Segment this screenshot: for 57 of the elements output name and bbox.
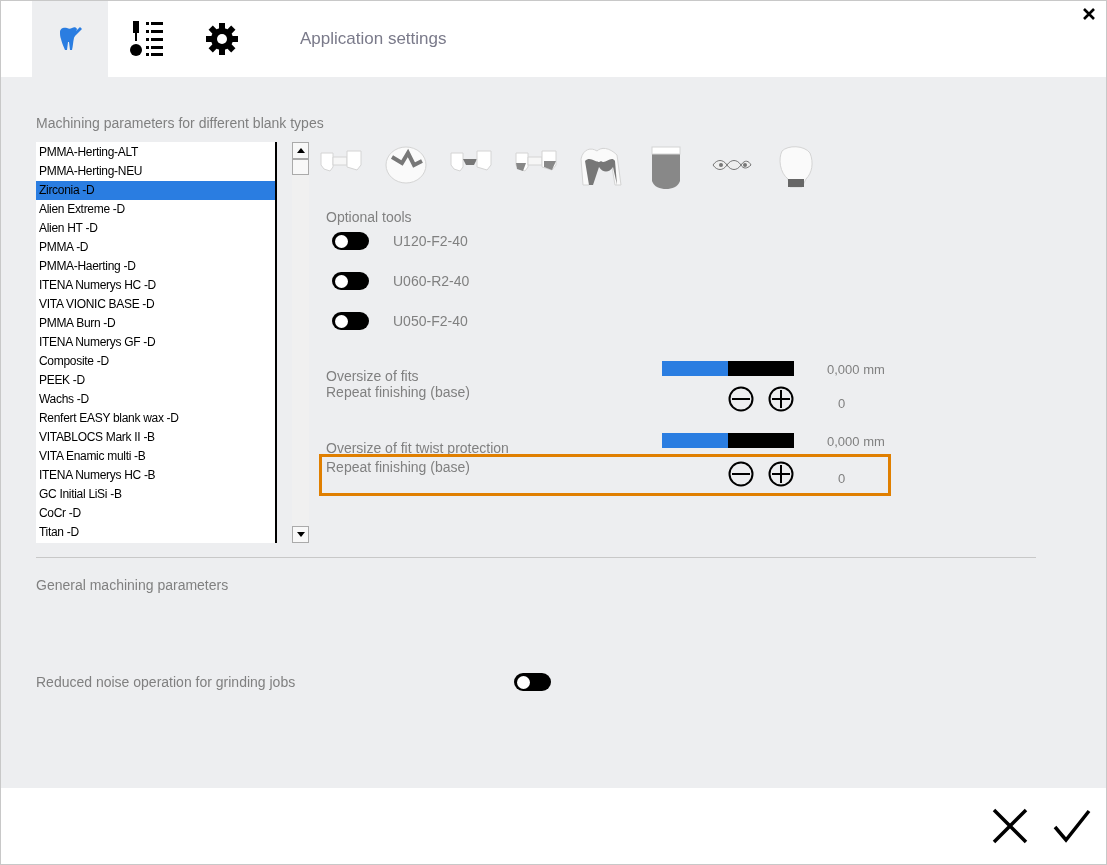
parameter-value: 0,000 mm (826, 361, 886, 379)
tool-label: U060-R2-40 (393, 271, 470, 291)
scroll-thumb[interactable] (292, 159, 309, 175)
confirm-icon[interactable] (1053, 809, 1091, 843)
settings-icon (206, 23, 238, 55)
slider-track[interactable] (662, 361, 794, 376)
cancel-icon[interactable] (991, 807, 1029, 845)
toggle-switch[interactable] (332, 272, 369, 290)
page-title: Application settings (300, 28, 447, 51)
plus-button[interactable] (768, 461, 794, 487)
parameter-label: Oversize of fit twist protection (326, 439, 510, 456)
tool-list-icon (129, 21, 163, 57)
blank-list-item[interactable]: PMMA-Herting-NEU (36, 162, 275, 181)
blank-list-item[interactable]: Renfert EASY blank wax -D (36, 409, 275, 428)
blank-list-item[interactable]: CoCr -D (36, 504, 275, 523)
blank-list-item[interactable]: PMMA-Herting-ALT (36, 143, 275, 162)
blank-list-item[interactable]: PMMA Burn -D (36, 314, 275, 333)
section-title: Machining parameters for different blank types (36, 115, 325, 131)
blank-list-item[interactable]: PMMA-Haerting -D (36, 257, 275, 276)
tooth-icon (58, 26, 82, 52)
tool-label: U050-F2-40 (393, 311, 468, 331)
blank-list-item[interactable]: VITABLOCS Mark II -B (36, 428, 275, 447)
blank-list-item[interactable]: Alien HT -D (36, 219, 275, 238)
setting-label: Reduced noise operation for grinding jobs (36, 672, 297, 692)
plus-button[interactable] (768, 386, 794, 412)
parameter-label: Repeat finishing (base) (326, 383, 471, 402)
section-title: Optional tools (326, 209, 413, 225)
blank-shape-icon[interactable] (579, 145, 623, 189)
section-title: General machining parameters (36, 577, 230, 593)
blank-list-item[interactable]: Wachs -D (36, 390, 275, 409)
close-icon[interactable] (1082, 7, 1096, 21)
blank-list-item[interactable]: ITENA Numerys HC -B (36, 466, 275, 485)
parameter-label: Oversize of fits (326, 367, 420, 384)
toggle-switch[interactable] (514, 673, 551, 691)
minus-button[interactable] (728, 461, 754, 487)
minus-button[interactable] (728, 386, 754, 412)
blank-list-item[interactable]: ITENA Numerys HC -D (36, 276, 275, 295)
scroll-down-icon[interactable] (296, 532, 305, 537)
blank-list-item[interactable]: Composite -D (36, 352, 275, 371)
scroll-up-icon[interactable] (296, 148, 305, 153)
toggle-switch[interactable] (332, 232, 369, 250)
blank-list-item[interactable]: PMMA -D (36, 238, 275, 257)
slider-track[interactable] (662, 433, 794, 448)
parameter-value: 0,000 mm (826, 433, 886, 451)
blank-list-item[interactable]: PEEK -D (36, 371, 275, 390)
blank-list-item[interactable]: Alien Extreme -D (36, 200, 275, 219)
blank-list-item[interactable]: GC Initial LiSi -B (36, 485, 275, 504)
parameter-value: 0 (837, 470, 847, 488)
blank-list-item[interactable]: Titan -D (36, 523, 275, 542)
blank-list-item[interactable]: ITENA Numerys GF -D (36, 333, 275, 352)
blank-list-item[interactable]: VITA VIONIC BASE -D (36, 295, 275, 314)
parameter-value: 0 (837, 395, 847, 413)
blank-list-item[interactable]: VITA Enamic multi -B (36, 447, 275, 466)
tool-label: U120-F2-40 (393, 231, 468, 251)
blank-list-item[interactable]: Zirconia -D (36, 181, 275, 200)
parameter-label: Repeat finishing (base) (326, 458, 471, 477)
toggle-switch[interactable] (332, 312, 369, 330)
